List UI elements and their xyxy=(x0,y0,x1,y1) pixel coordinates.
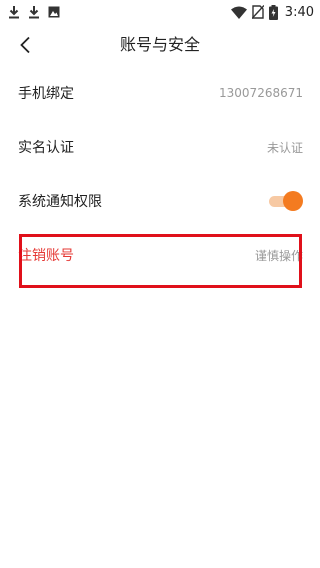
status-bar-system: 3:40 xyxy=(230,3,314,21)
page-title: 账号与安全 xyxy=(119,35,200,54)
cancel-account-warning: 谨慎操作 xyxy=(254,248,303,263)
phone-number-value: 13007268671 xyxy=(219,86,303,100)
no-sim-icon xyxy=(251,5,264,19)
cancel-account-label: 注销账号 xyxy=(18,248,74,264)
realname-verification-label: 实名认证 xyxy=(18,140,74,156)
realname-verification-row[interactable]: 实名认证 未认证 xyxy=(0,120,320,174)
toggle-thumb xyxy=(283,191,303,211)
phone-binding-label: 手机绑定 xyxy=(18,86,74,102)
system-notification-row: 系统通知权限 xyxy=(0,174,320,228)
download-icon xyxy=(28,5,40,19)
wifi-icon xyxy=(230,6,247,19)
status-bar-notifications xyxy=(8,3,60,21)
status-time: 3:40 xyxy=(284,4,314,20)
system-notification-label: 系统通知权限 xyxy=(18,194,102,210)
battery-charging-icon xyxy=(268,4,278,20)
notification-toggle[interactable] xyxy=(269,191,303,211)
download-icon xyxy=(8,5,20,19)
settings-list: 手机绑定 13007268671 实名认证 未认证 系统通知权限 注销账号 谨慎… xyxy=(0,66,320,282)
top-nav-bar: 账号与安全 xyxy=(0,24,320,66)
realname-status-value: 未认证 xyxy=(266,140,303,155)
image-notification-icon xyxy=(48,6,60,18)
cancel-account-row[interactable]: 注销账号 谨慎操作 xyxy=(0,228,320,282)
phone-binding-row[interactable]: 手机绑定 13007268671 xyxy=(0,66,320,120)
status-bar: 3:40 xyxy=(0,0,320,24)
